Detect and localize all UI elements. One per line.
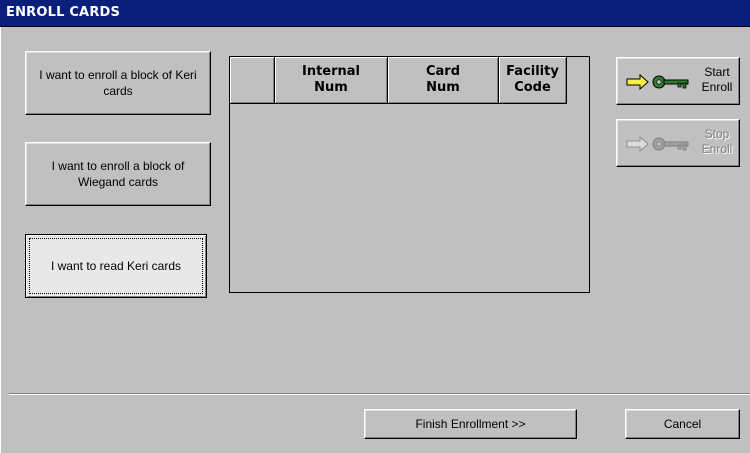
cancel-label: Cancel [663,417,702,431]
grid-header-row: Internal Num Card Num Facility Code [230,57,567,104]
cancel-button[interactable]: Cancel [625,409,740,439]
cards-grid[interactable]: Internal Num Card Num Facility Code [229,56,590,293]
window-left-edge [0,27,9,453]
finish-enrollment-label: Finish Enrollment >> [415,417,526,431]
enroll-keri-block-button[interactable]: I want to enroll a block of Keri cards [25,51,211,115]
start-enroll-button[interactable]: Start Enroll [616,57,740,105]
start-enroll-label: Start Enroll [701,65,733,94]
footer-separator-highlight [9,394,750,395]
window-title: ENROLL CARDS [6,5,121,20]
gray-key-icon [652,137,689,151]
enroll-keri-block-label: I want to enroll a block of Keri cards [39,68,197,98]
column-header-facility-code[interactable]: Facility Code [499,57,567,104]
stop-enroll-button[interactable]: Stop Enroll [616,119,740,167]
enroll-wiegand-block-button[interactable]: I want to enroll a block of Wiegand card… [25,142,211,206]
column-header-card-num[interactable]: Card Num [388,57,499,104]
column-header-internal-num[interactable]: Internal Num [275,57,388,104]
finish-enrollment-button[interactable]: Finish Enrollment >> [364,409,577,439]
focus-rectangle [29,238,203,294]
read-keri-cards-button[interactable]: I want to read Keri cards [25,234,207,298]
gray-arrow-icon [626,135,649,153]
stop-enroll-label: Stop Enroll [701,127,733,156]
title-bar[interactable]: ENROLL CARDS [0,0,750,27]
enroll-cards-window: ENROLL CARDS I want to enroll a block of… [0,0,750,453]
green-key-icon [652,75,689,89]
grid-corner-cell[interactable] [230,57,275,104]
enroll-wiegand-block-label: I want to enroll a block of Wiegand card… [51,159,185,189]
